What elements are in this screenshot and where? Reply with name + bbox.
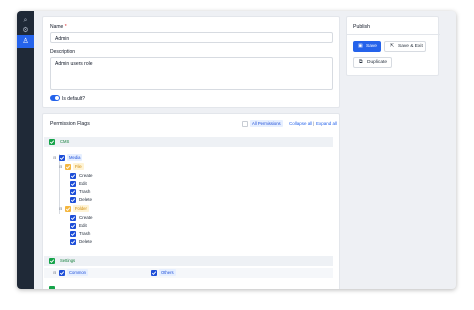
file-trash-checkbox[interactable] bbox=[70, 189, 76, 195]
folder-trash-label: Trash bbox=[79, 231, 91, 236]
link-separator: | bbox=[313, 121, 315, 126]
duplicate-button[interactable]: ⧉ Duplicate bbox=[353, 57, 392, 68]
app-window: ⌕ ⚙ ♙ Name * Admin Description Admin use… bbox=[17, 11, 456, 289]
others-label: Others bbox=[159, 269, 176, 276]
publish-card: Publish ▣ Save ⇱ Save & Exit ⧉ Duplicate bbox=[346, 16, 440, 76]
exit-icon: ⇱ bbox=[390, 43, 395, 49]
name-input[interactable]: Admin bbox=[50, 32, 333, 43]
permissions-card: Permission Flags All Permissions Collaps… bbox=[42, 113, 340, 289]
save-button[interactable]: ▣ Save bbox=[353, 41, 381, 52]
folder-checkbox[interactable] bbox=[65, 206, 71, 212]
save-icon: ▣ bbox=[358, 43, 363, 49]
file-edit-label: Edit bbox=[79, 181, 87, 186]
search-icon[interactable]: ⌕ bbox=[21, 16, 30, 25]
tree-line-media bbox=[59, 154, 60, 214]
all-permissions-label[interactable]: All Permissions bbox=[250, 120, 283, 127]
copy-icon: ⧉ bbox=[359, 59, 363, 65]
common-checkbox[interactable] bbox=[59, 270, 65, 276]
cms-checkbox[interactable] bbox=[49, 139, 55, 145]
sidebar: ⌕ ⚙ ♙ bbox=[17, 11, 34, 289]
file-create-checkbox[interactable] bbox=[70, 173, 76, 179]
users-icon[interactable]: ♙ bbox=[21, 37, 30, 46]
file-checkbox[interactable] bbox=[65, 164, 71, 170]
folder-create-label: Create bbox=[79, 215, 93, 220]
settings-row bbox=[44, 256, 333, 266]
save-exit-button[interactable]: ⇱ Save & Exit bbox=[384, 41, 426, 52]
media-checkbox[interactable] bbox=[59, 155, 65, 161]
settings-icon[interactable]: ⚙ bbox=[21, 26, 30, 35]
common-label: Common bbox=[67, 269, 88, 276]
file-collapse-icon[interactable]: ⊟ bbox=[59, 164, 62, 169]
next-group-checkbox[interactable] bbox=[49, 286, 55, 289]
folder-create-checkbox[interactable] bbox=[70, 215, 76, 221]
cms-label: CMS bbox=[60, 139, 70, 144]
folder-collapse-icon[interactable]: ⊟ bbox=[59, 206, 62, 211]
file-delete-checkbox[interactable] bbox=[70, 197, 76, 203]
is-default-toggle[interactable] bbox=[50, 95, 60, 101]
settings-checkbox[interactable] bbox=[49, 258, 55, 264]
file-delete-label: Delete bbox=[79, 197, 93, 202]
folder-edit-checkbox[interactable] bbox=[70, 223, 76, 229]
description-label: Description bbox=[50, 49, 76, 55]
folder-label: Folder bbox=[73, 205, 89, 212]
role-form-card: Name * Admin Description Admin users rol… bbox=[42, 16, 340, 108]
description-textarea[interactable]: Admin users role bbox=[50, 57, 333, 90]
folder-edit-label: Edit bbox=[79, 223, 87, 228]
media-label: Media bbox=[67, 154, 83, 161]
all-permissions-checkbox[interactable] bbox=[242, 121, 248, 127]
is-default-label: Is default? bbox=[62, 96, 86, 102]
file-edit-checkbox[interactable] bbox=[70, 181, 76, 187]
publish-title: Publish bbox=[353, 24, 371, 30]
folder-delete-label: Delete bbox=[79, 239, 93, 244]
folder-trash-checkbox[interactable] bbox=[70, 231, 76, 237]
name-label: Name * bbox=[50, 24, 67, 30]
common-collapse-icon[interactable]: ⊟ bbox=[53, 270, 56, 275]
folder-delete-checkbox[interactable] bbox=[70, 239, 76, 245]
others-checkbox[interactable] bbox=[151, 270, 157, 276]
collapse-all-link[interactable]: Collapse all bbox=[289, 121, 312, 126]
settings-label: Settings bbox=[60, 258, 76, 263]
cms-row bbox=[44, 137, 333, 147]
media-collapse-icon[interactable]: ⊟ bbox=[53, 155, 56, 160]
publish-divider bbox=[347, 34, 440, 35]
file-label: File bbox=[73, 163, 84, 170]
permissions-title: Permission Flags bbox=[50, 121, 90, 127]
file-trash-label: Trash bbox=[79, 189, 91, 194]
expand-all-link[interactable]: Expand all bbox=[316, 121, 337, 126]
file-create-label: Create bbox=[79, 173, 93, 178]
